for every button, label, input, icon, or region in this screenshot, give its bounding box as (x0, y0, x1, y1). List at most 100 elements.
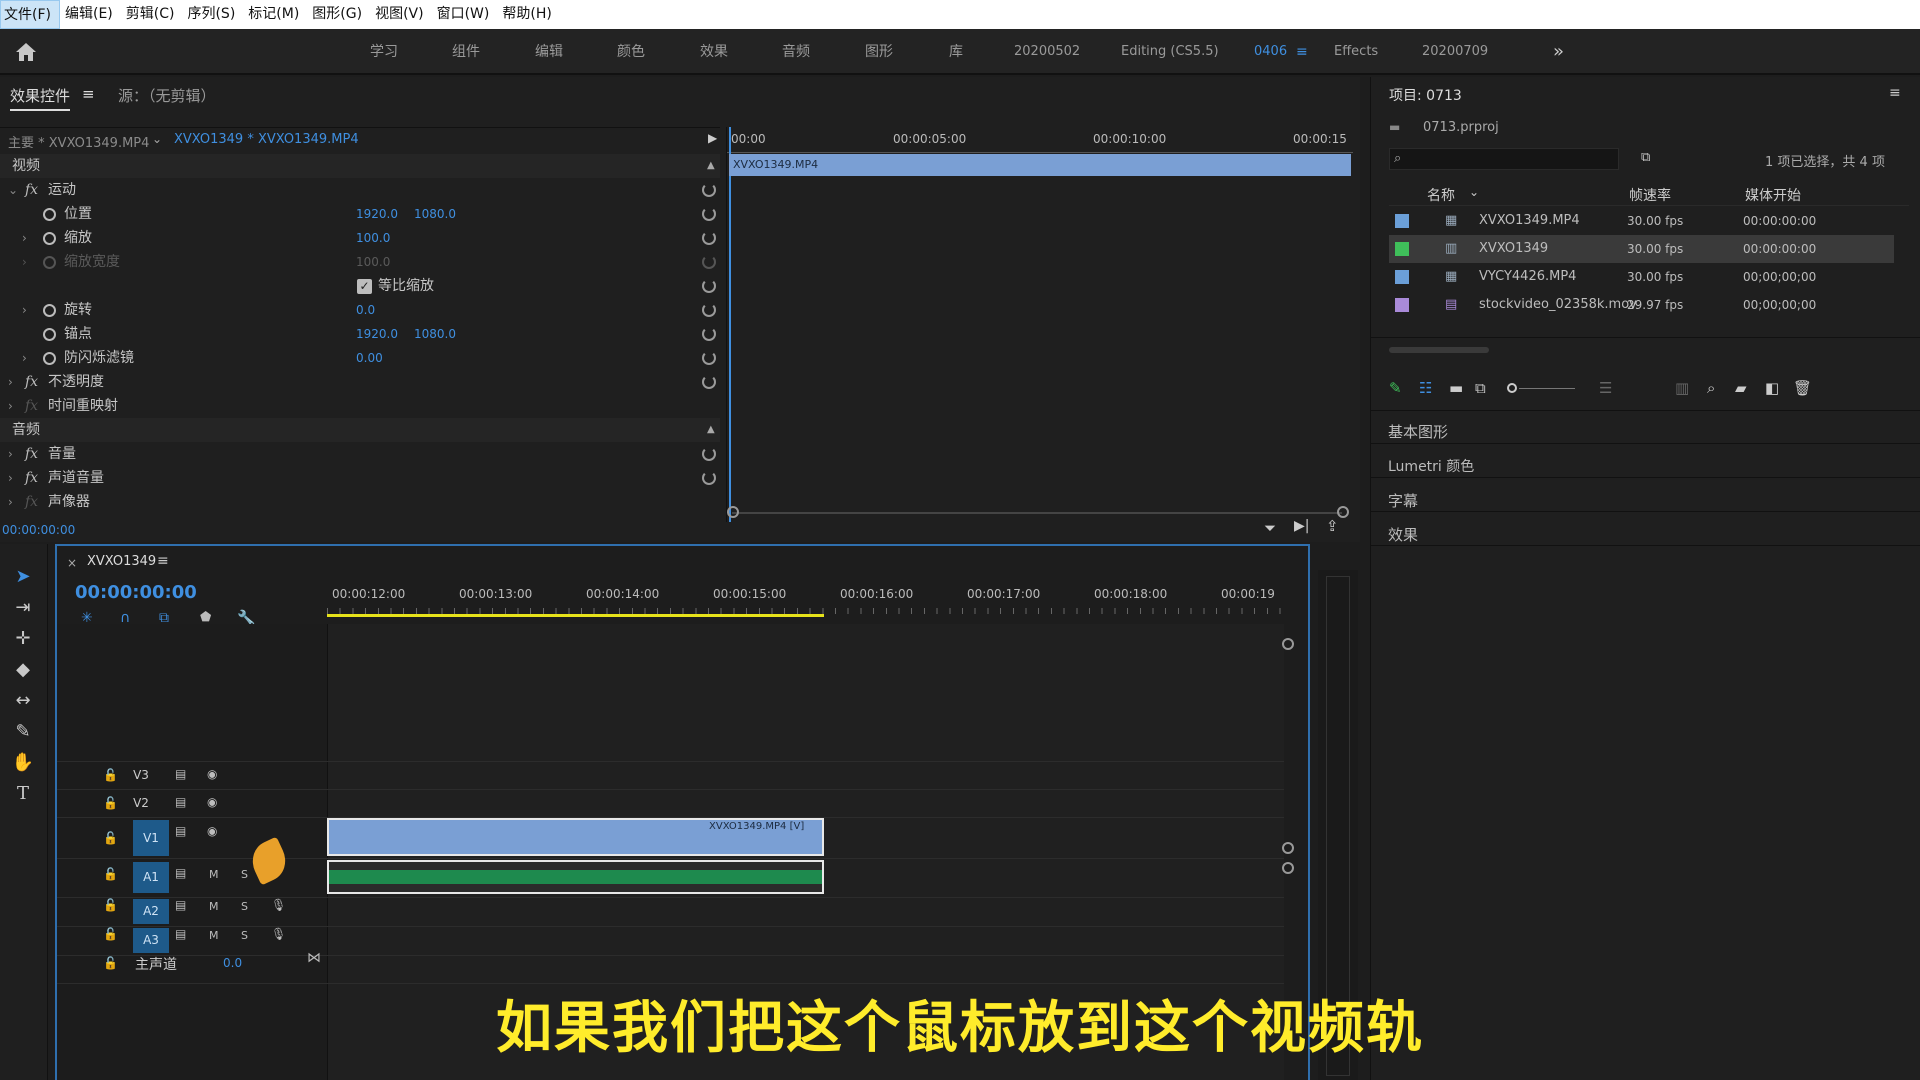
tab-menu-icon[interactable]: ≡ (82, 85, 95, 103)
zoom-slider-handle[interactable] (1507, 383, 1517, 393)
rotation-value[interactable]: 0.0 (356, 298, 375, 322)
menu-file[interactable]: 文件(F) (0, 0, 60, 29)
stopwatch-icon[interactable] (43, 304, 56, 317)
workspace-color[interactable]: 颜色 (617, 29, 645, 75)
find-icon[interactable]: ⌕ (1707, 379, 1715, 397)
checkbox-icon[interactable]: ✓ (357, 279, 372, 294)
lock-icon[interactable]: 🔓 (103, 831, 118, 845)
track-a1-label[interactable]: A1 (133, 862, 169, 893)
sequence-menu-icon[interactable]: ≡ (157, 553, 169, 569)
reset-icon[interactable] (702, 351, 716, 365)
track-a3-label[interactable]: A3 (133, 928, 169, 953)
workspace-editing[interactable]: 编辑 (535, 29, 563, 75)
pencil-icon[interactable]: ✎ (1389, 379, 1402, 397)
fx-icon[interactable]: fx (25, 178, 38, 202)
lock-icon[interactable]: 🔓 (103, 898, 118, 912)
collapse-up-icon[interactable]: ▲ (707, 154, 715, 178)
lock-icon[interactable]: 🔓 (103, 927, 118, 941)
audio-clip[interactable] (327, 860, 824, 894)
chevron-down-icon[interactable]: ⌄ (152, 132, 162, 146)
time-remap-row[interactable]: › fx 时间重映射 (0, 394, 720, 418)
panel-effects[interactable]: 效果 (1388, 524, 1418, 545)
label-swatch[interactable] (1395, 298, 1409, 312)
project-item[interactable]: ▦ XVXO1349.MP4 30.00 fps 00:00:00:00 (1389, 207, 1894, 235)
sync-lock-icon[interactable]: ▤ (175, 866, 186, 880)
workspace-libraries[interactable]: 库 (949, 29, 963, 75)
workspace-assembly[interactable]: 组件 (452, 29, 480, 75)
panel-lumetri-color[interactable]: Lumetri 颜色 (1388, 456, 1474, 476)
sort-chevron-icon[interactable]: ⌄ (1469, 185, 1479, 199)
expand-chevron-icon[interactable]: › (22, 298, 27, 322)
collapse-up-icon[interactable]: ▲ (707, 418, 715, 442)
reset-icon[interactable] (702, 231, 716, 245)
fx-icon[interactable]: fx (25, 370, 38, 394)
eye-icon[interactable]: ◉ (207, 795, 217, 809)
sequence-tab[interactable]: XVXO1349 (87, 554, 156, 569)
expand-chevron-icon[interactable]: › (8, 490, 13, 514)
menu-edit[interactable]: 编辑(E) (62, 0, 121, 29)
video-clip[interactable]: XVXO1349.MP4 [V] (327, 818, 824, 856)
menu-window[interactable]: 窗口(W) (434, 0, 498, 29)
project-item[interactable]: ▦ VYCY4426.MP4 30.00 fps 00;00;00;00 (1389, 263, 1894, 291)
stopwatch-icon[interactable] (43, 232, 56, 245)
home-icon[interactable] (14, 41, 38, 63)
lock-icon[interactable]: 🔓 (103, 796, 118, 810)
menu-clip[interactable]: 剪辑(C) (123, 0, 183, 29)
mini-clip[interactable]: XVXO1349.MP4 (729, 154, 1351, 176)
workspace-0406[interactable]: 0406 (1254, 29, 1287, 75)
ripple-edit-tool-icon[interactable]: ✛ (10, 626, 36, 652)
master-clip-label[interactable]: 主要 * XVXO1349.MP4 (8, 132, 149, 151)
track-v2-label[interactable]: V2 (123, 792, 159, 814)
scroll-handle-icon[interactable] (1282, 842, 1294, 854)
panner-row[interactable]: › fx 声像器 (0, 490, 720, 514)
track-select-tool-icon[interactable]: ⇥ (10, 595, 36, 621)
expand-chevron-icon[interactable]: › (8, 466, 13, 490)
close-icon[interactable]: × (67, 556, 77, 570)
add-marker-icon[interactable]: ⬟ (200, 610, 211, 625)
type-tool-icon[interactable]: T (10, 781, 36, 807)
reset-icon[interactable] (702, 471, 716, 485)
play-triangle-icon[interactable]: ▶ (708, 131, 717, 145)
mute-button[interactable]: M (209, 929, 219, 942)
project-title[interactable]: 项目: 0713 (1389, 85, 1462, 105)
volume-row[interactable]: › fx 音量 (0, 442, 720, 466)
zoom-scrollbar[interactable] (732, 512, 1342, 514)
column-media-start[interactable]: 媒体开始 (1745, 185, 1801, 205)
eye-icon[interactable]: ◉ (207, 767, 217, 781)
expand-chevron-icon[interactable]: › (22, 226, 27, 250)
reset-icon[interactable] (702, 375, 716, 389)
reset-icon[interactable] (702, 183, 716, 197)
solo-button[interactable]: S (241, 868, 248, 881)
position-y-value[interactable]: 1080.0 (414, 202, 456, 226)
lock-icon[interactable]: 🔓 (103, 768, 118, 782)
reset-icon[interactable] (702, 327, 716, 341)
horizontal-scrollbar[interactable] (1389, 347, 1489, 353)
microphone-icon[interactable]: 🎙 (271, 927, 286, 941)
track-v3-label[interactable]: V3 (123, 764, 159, 786)
column-name[interactable]: 名称 (1427, 185, 1455, 205)
export-icon[interactable]: ⇪ (1326, 517, 1339, 535)
position-x-value[interactable]: 1920.0 (356, 202, 398, 226)
freeform-view-icon[interactable]: ⧉ (1475, 379, 1486, 397)
menu-sequence[interactable]: 序列(S) (184, 0, 243, 29)
scroll-handle-icon[interactable] (1282, 638, 1294, 650)
menu-help[interactable]: 帮助(H) (499, 0, 559, 29)
scroll-handle-icon[interactable] (727, 506, 739, 518)
effect-timecode[interactable]: 00:00:00:00 (2, 523, 75, 537)
workspace-editing-cs55[interactable]: Editing (CS5.5) (1121, 29, 1219, 75)
selection-tool-icon[interactable]: ➤ (10, 564, 36, 590)
column-framerate[interactable]: 帧速率 (1629, 185, 1671, 205)
anchor-x-value[interactable]: 1920.0 (356, 322, 398, 346)
time-ruler[interactable]: 00:00:12:00 00:00:13:00 00:00:14:00 00:0… (327, 586, 1284, 622)
expand-chevron-icon[interactable]: › (8, 370, 13, 394)
menu-graphics[interactable]: 图形(G) (309, 0, 370, 29)
reset-icon[interactable] (702, 207, 716, 221)
go-to-end-icon[interactable]: ⋈ (307, 950, 321, 966)
scale-value[interactable]: 100.0 (356, 226, 390, 250)
solo-button[interactable]: S (241, 900, 248, 913)
sort-icon[interactable]: ☰ (1599, 379, 1612, 397)
antiflicker-value[interactable]: 0.00 (356, 346, 383, 370)
sync-lock-icon[interactable]: ▤ (175, 824, 186, 838)
pen-tool-icon[interactable]: ✎ (10, 719, 36, 745)
expand-chevron-icon[interactable]: › (22, 346, 27, 370)
